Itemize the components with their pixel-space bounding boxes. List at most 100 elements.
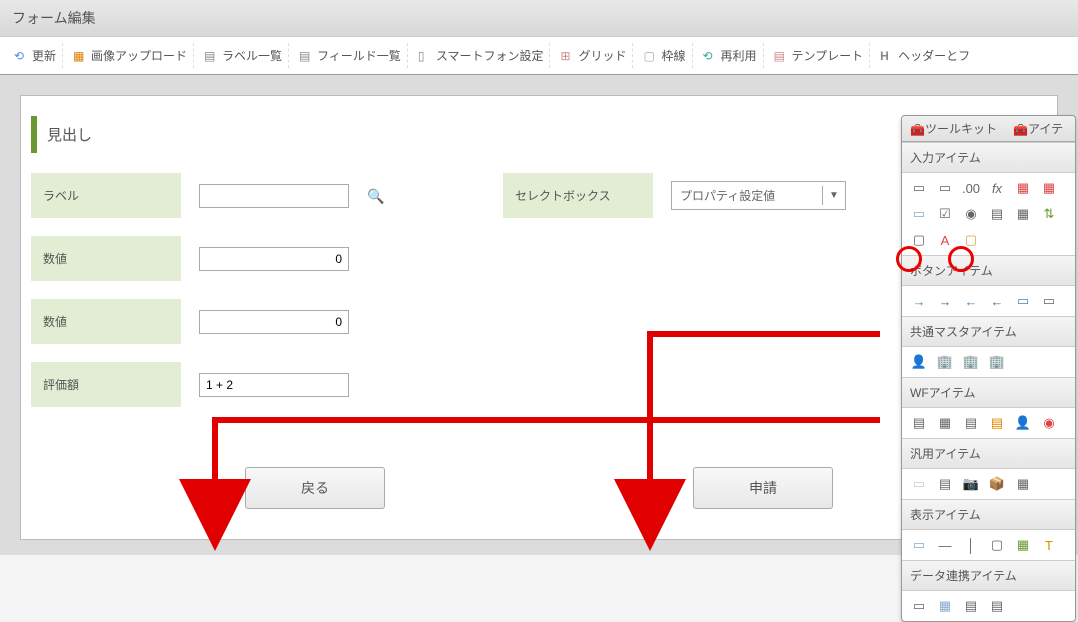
palette-section-master[interactable]: 共通マスタアイテム xyxy=(902,316,1075,347)
eval-input[interactable] xyxy=(199,373,349,397)
selectbox-field[interactable]: プロパティ設定値 ▼ xyxy=(671,181,846,210)
toolbar-border[interactable]: ▢枠線 xyxy=(637,43,692,68)
radio-item-icon[interactable]: ◉ xyxy=(962,205,980,223)
check-item-icon[interactable]: ☑ xyxy=(936,205,954,223)
wf1-icon[interactable]: ▤ xyxy=(910,414,928,432)
label-input[interactable] xyxy=(199,184,349,208)
text-icon[interactable]: T xyxy=(1040,536,1058,554)
gen5-icon[interactable]: ▦ xyxy=(1014,475,1032,493)
wf4-icon[interactable]: ▤ xyxy=(988,414,1006,432)
toolbar-template[interactable]: ▤テンプレート xyxy=(768,43,871,68)
dl3-icon[interactable]: ▤ xyxy=(962,597,980,615)
wf-user-icon[interactable]: 👤 xyxy=(1014,414,1032,432)
dl2-icon[interactable]: ▦ xyxy=(936,597,954,615)
back-button[interactable]: 戻る xyxy=(245,467,385,509)
updown-item-icon[interactable]: ⇅ xyxy=(1040,205,1058,223)
building-item-icon[interactable]: 🏢 xyxy=(936,353,954,371)
field-label-selectbox[interactable]: セレクトボックス xyxy=(503,173,653,218)
arrow-left2-item-icon[interactable]: ← xyxy=(988,292,1006,310)
wf3-icon[interactable]: ▤ xyxy=(962,414,980,432)
dl1-icon[interactable]: ▭ xyxy=(910,597,928,615)
wf2-icon[interactable]: ▦ xyxy=(936,414,954,432)
text-item-icon[interactable]: ▭ xyxy=(910,179,928,197)
phone-icon: ▯ xyxy=(418,49,432,63)
calendar-item-icon[interactable]: ▦ xyxy=(1040,179,1058,197)
toolbar: ⟲更新 ▦画像アップロード ▤ラベル一覧 ▤フィールド一覧 ▯スマートフォン設定… xyxy=(0,37,1078,75)
building3-item-icon[interactable]: 🏢 xyxy=(988,353,1006,371)
select-item-icon[interactable]: ▭ xyxy=(910,205,928,223)
palette-input-items: ▭ ▭ .00 fx ▦ ▦ ▭ ☑ ◉ ▤ ▦ ⇅ ▢ A ▢ xyxy=(902,173,1075,255)
gen1-icon[interactable]: ▭ xyxy=(910,475,928,493)
dl4-icon[interactable]: ▤ xyxy=(988,597,1006,615)
toolbar-reuse[interactable]: ⟲再利用 xyxy=(697,43,764,68)
form-heading[interactable]: 見出し xyxy=(31,116,1047,153)
palette-tab-toolkit[interactable]: 🧰ツールキット xyxy=(902,116,1005,141)
palette-tab-item[interactable]: 🧰アイテ xyxy=(1005,116,1071,141)
toolbar-refresh[interactable]: ⟲更新 xyxy=(8,43,63,68)
palette-section-input[interactable]: 入力アイテム xyxy=(902,142,1075,173)
palette-wf-items: ▤ ▦ ▤ ▤ 👤 ◉ xyxy=(902,408,1075,438)
arrow-left-item-icon[interactable]: ← xyxy=(962,292,980,310)
box-item-icon[interactable]: ▢ xyxy=(910,231,928,249)
palette-section-display[interactable]: 表示アイテム xyxy=(902,499,1075,530)
frame-icon[interactable]: ▢ xyxy=(988,536,1006,554)
list-icon: ▤ xyxy=(299,49,313,63)
header-icon: H xyxy=(880,49,894,63)
disp1-icon[interactable]: ▭ xyxy=(910,536,928,554)
building2-item-icon[interactable]: 🏢 xyxy=(962,353,980,371)
list-item-icon[interactable]: ▤ xyxy=(988,205,1006,223)
fx-item-icon[interactable]: fx xyxy=(988,179,1006,197)
apply-button[interactable]: 申請 xyxy=(693,467,833,509)
field-label-num2[interactable]: 数値 xyxy=(31,299,181,344)
palette-button-items: → → ← ← ▭ ▭ xyxy=(902,286,1075,316)
toolbox-icon: 🧰 xyxy=(1013,123,1025,135)
palette-section-general[interactable]: 汎用アイテム xyxy=(902,438,1075,469)
toolbar-label-list[interactable]: ▤ラベル一覧 xyxy=(198,43,289,68)
box-icon[interactable]: 📦 xyxy=(988,475,1006,493)
list-icon: ▤ xyxy=(204,49,218,63)
toolbar-grid[interactable]: ⊞グリッド xyxy=(554,43,633,68)
border-icon: ▢ xyxy=(643,49,657,63)
user-item-icon[interactable]: 👤 xyxy=(910,353,928,371)
textarea-item-icon[interactable]: ▭ xyxy=(936,179,954,197)
line-icon[interactable]: — xyxy=(936,536,954,554)
palette-general-items: ▭ ▤ 📷 📦 ▦ xyxy=(902,469,1075,499)
selectbox-value: プロパティ設定値 xyxy=(672,182,822,209)
gen2-icon[interactable]: ▤ xyxy=(936,475,954,493)
palette-master-items: 👤 🏢 🏢 🏢 xyxy=(902,347,1075,377)
arrow-right2-item-icon[interactable]: → xyxy=(936,292,954,310)
toolbar-field-list[interactable]: ▤フィールド一覧 xyxy=(293,43,408,68)
vline-icon[interactable]: │ xyxy=(962,536,980,554)
wf-stamp-icon[interactable]: ◉ xyxy=(1040,414,1058,432)
button2-item-icon[interactable]: ▭ xyxy=(1040,292,1058,310)
item-palette: 🧰ツールキット 🧰アイテ 入力アイテム ▭ ▭ .00 fx ▦ ▦ ▭ ☑ ◉… xyxy=(901,115,1076,622)
field-label-num1[interactable]: 数値 xyxy=(31,236,181,281)
palette-section-datalink[interactable]: データ連携アイテム xyxy=(902,560,1075,591)
camera-icon[interactable]: 📷 xyxy=(962,475,980,493)
palette-section-wf[interactable]: WFアイテム xyxy=(902,377,1075,408)
palette-section-button[interactable]: ボタンアイテム xyxy=(902,255,1075,286)
image-icon: ▦ xyxy=(73,49,87,63)
grid-icon: ⊞ xyxy=(560,49,574,63)
field-label-label[interactable]: ラベル xyxy=(31,173,181,218)
arrow-right-item-icon[interactable]: → xyxy=(910,292,928,310)
number-item-icon[interactable]: .00 xyxy=(962,179,980,197)
toolbar-header[interactable]: Hヘッダーとフ xyxy=(874,43,976,68)
field-label-eval[interactable]: 評価額 xyxy=(31,362,181,407)
font-item-icon[interactable]: A xyxy=(936,231,954,249)
reuse-icon: ⟲ xyxy=(703,49,717,63)
date-item-icon[interactable]: ▦ xyxy=(1014,179,1032,197)
num1-input[interactable] xyxy=(199,247,349,271)
toolbar-image-upload[interactable]: ▦画像アップロード xyxy=(67,43,194,68)
chevron-down-icon[interactable]: ▼ xyxy=(822,186,845,205)
image-icon[interactable]: ▦ xyxy=(1014,536,1032,554)
num2-input[interactable] xyxy=(199,310,349,334)
palette-display-items: ▭ — │ ▢ ▦ T xyxy=(902,530,1075,560)
grid-item-icon[interactable]: ▦ xyxy=(1014,205,1032,223)
button-item-icon[interactable]: ▭ xyxy=(1014,292,1032,310)
square-item-icon[interactable]: ▢ xyxy=(962,231,980,249)
template-icon: ▤ xyxy=(774,49,788,63)
search-icon[interactable]: 🔍 xyxy=(367,188,383,204)
refresh-icon: ⟲ xyxy=(14,49,28,63)
toolbar-smartphone[interactable]: ▯スマートフォン設定 xyxy=(412,43,551,68)
